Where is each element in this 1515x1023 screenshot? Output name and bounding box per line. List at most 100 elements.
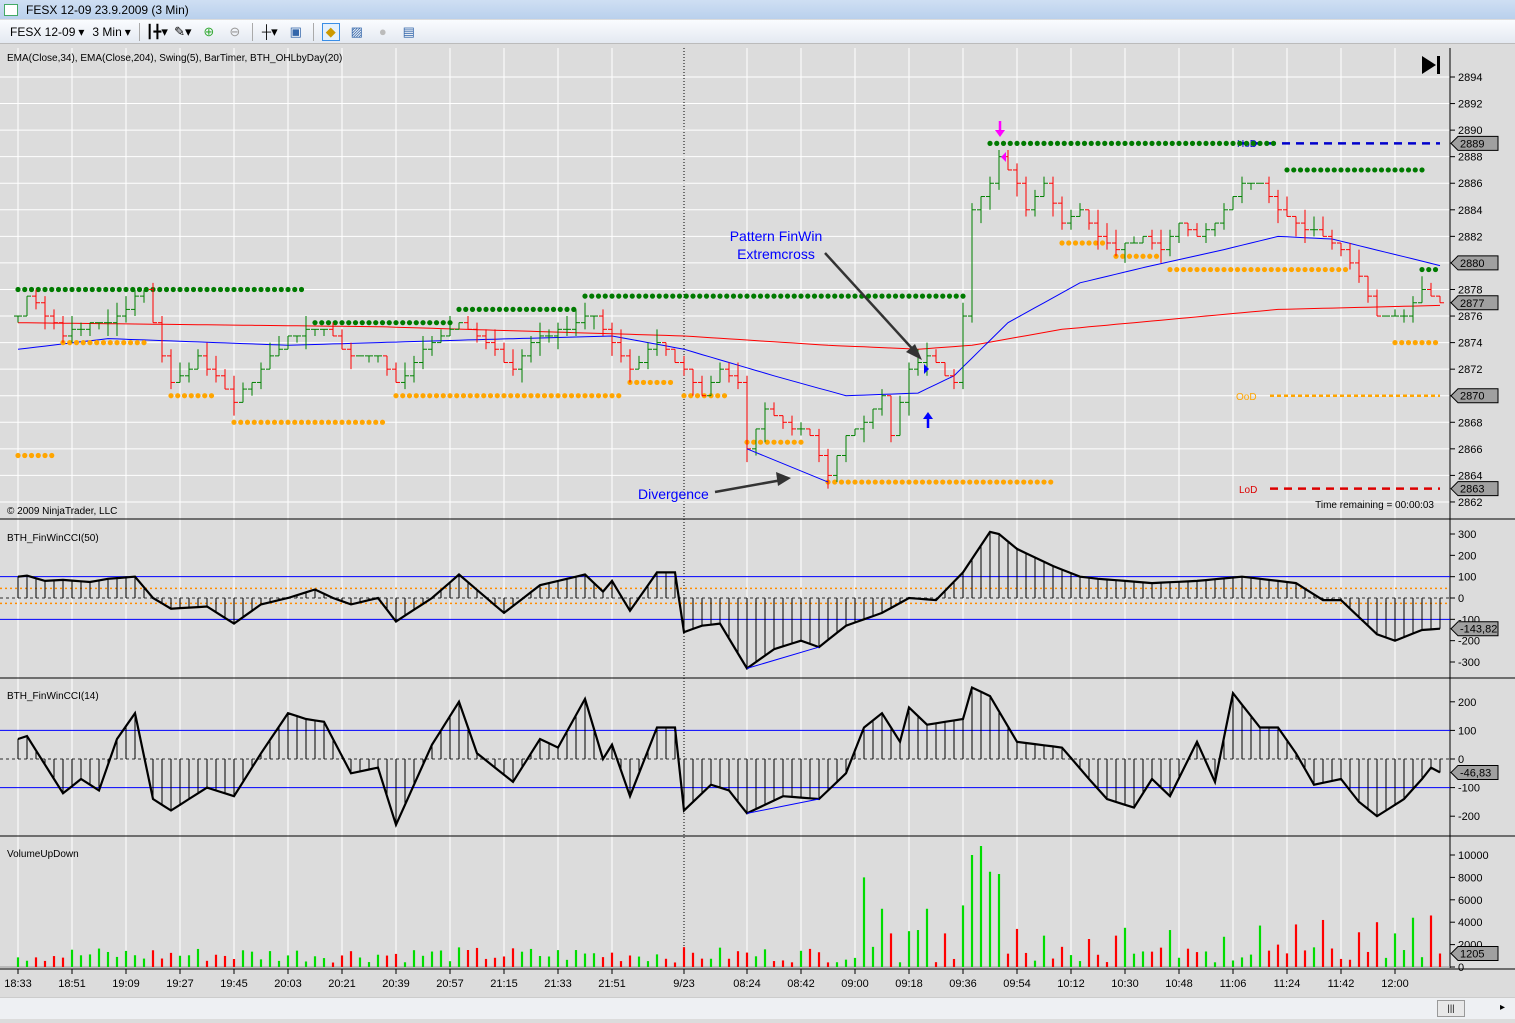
swing-high-dot [1257,140,1263,146]
signal-triangle-icon [1001,152,1006,162]
swing-low-dot [319,419,325,425]
swing-high-dot [1318,167,1324,173]
zoom-in-icon[interactable]: ⊕ [200,23,218,41]
swing-high-dot [325,320,332,326]
cci14-tick-label: -100 [1458,783,1480,795]
swing-high-dot [913,293,919,299]
swing-low-dot [1207,266,1214,273]
swing-high-dot [28,286,35,293]
swing-high-dot [1324,167,1331,173]
swing-low-dot [1329,266,1335,273]
cci50-tick-label: 300 [1458,529,1476,541]
swing-low-dot [994,479,1000,485]
annotation-arrow [824,252,919,356]
price-tick-label: 2886 [1458,178,1482,190]
swing-low-dot [1174,266,1180,273]
strategy-icon[interactable]: ◆ [321,22,340,41]
price-tick-label: 2890 [1458,125,1482,137]
swing-high-dot [1426,266,1432,273]
volume-value-marker: 1205 [1460,949,1484,961]
data-box-icon[interactable]: ▤ [400,23,418,41]
swing-low-dot [15,452,21,459]
swing-low-dot [568,393,575,399]
swing-high-dot [649,293,656,299]
swing-low-dot [778,439,784,445]
interval-selector[interactable]: 3 Min ▾ [92,25,130,39]
chart-canvas[interactable]: EMA(Close,34), EMA(Close,204), Swing(5),… [0,46,1515,996]
swing-high-dot [852,293,858,299]
coin-icon[interactable]: ● [374,23,392,41]
swing-low-dot [393,393,399,399]
swing-low-dot [865,479,872,485]
swing-low-dot [1014,479,1020,485]
swing-high-dot [1304,167,1310,173]
swing-high-dot [1135,140,1142,146]
price-marker: 2880 [1460,258,1484,270]
swing-low-dot [1066,240,1072,246]
properties-icon[interactable]: ▣ [287,23,305,41]
swing-low-dot [352,419,359,425]
draw-pencil-icon[interactable]: ✎▾ [174,23,192,41]
time-label: 21:33 [544,978,572,990]
swing-low-dot [1007,479,1013,485]
zoom-out-icon[interactable]: ⊖ [226,23,244,41]
swing-low-dot [1309,266,1315,273]
swing-high-dot [298,286,305,293]
horizontal-scrollbar[interactable]: ||| ▸ [0,997,1515,1019]
price-marker: 2889 [1460,138,1484,150]
arrowhead-icon [906,344,922,360]
swing-low-dot [312,419,318,425]
swing-low-dot [87,340,93,346]
indicators-icon[interactable]: ▨ [348,23,366,41]
time-label: 09:54 [1003,978,1031,990]
swing-high-dot [879,293,885,299]
swing-high-dot [730,293,737,299]
swing-low-dot [400,393,406,399]
swing-high-dot [1392,167,1398,173]
interval-label: 3 Min [92,24,122,39]
swing-high-dot [994,140,1000,146]
swing-low-dot [1214,266,1220,273]
jump-to-end-icon[interactable] [1422,56,1440,74]
swing-high-dot [523,306,530,312]
bar-type-icon[interactable]: ┃╋▾ [146,23,168,41]
swing-low-dot [420,393,426,399]
swing-high-dot [1385,167,1391,173]
swing-high-dot [157,286,163,293]
swing-low-dot [886,479,892,485]
panel-borders [0,48,1515,970]
swing-low-dot [175,393,181,399]
crosshair-icon[interactable]: ┼▾ [261,23,279,41]
swing-high-dot [204,286,210,293]
swing-low-dot [595,393,602,399]
swing-low-dot [298,419,305,425]
instrument-selector[interactable]: FESX 12-09 ▾ [10,25,84,39]
time-label: 09:36 [949,978,977,990]
divergence-arrow [714,478,783,494]
scroll-right-icon[interactable]: ▸ [1500,1002,1505,1013]
swing-low-dot [1419,340,1425,346]
swing-high-dot [643,293,649,299]
swing-high-dot [386,320,392,326]
swing-high-dot [1331,167,1337,173]
swing-low-dot [127,340,134,346]
swing-low-dot [278,419,284,425]
swing-low-dot [107,340,113,346]
swing-high-dot [1345,167,1351,173]
swing-low-dot [114,340,120,346]
swing-high-dot [271,286,278,293]
swing-high-dot [116,286,122,293]
volume-tick-label: 0 [1458,962,1464,974]
swing-low-dot [49,452,55,459]
swing-high-dot [1007,140,1013,146]
swing-high-dot [136,286,143,293]
swing-high-dot [1169,140,1175,146]
swing-high-dot [825,293,831,299]
swing-low-dot [967,479,973,485]
swing-low-dot [694,393,701,399]
swing-high-dot [1432,266,1439,273]
swing-high-dot [406,320,413,326]
scrollbar-thumb[interactable]: ||| [1437,1000,1465,1017]
swing-low-dot [42,452,48,459]
cci50-tick-label: 200 [1458,550,1476,562]
